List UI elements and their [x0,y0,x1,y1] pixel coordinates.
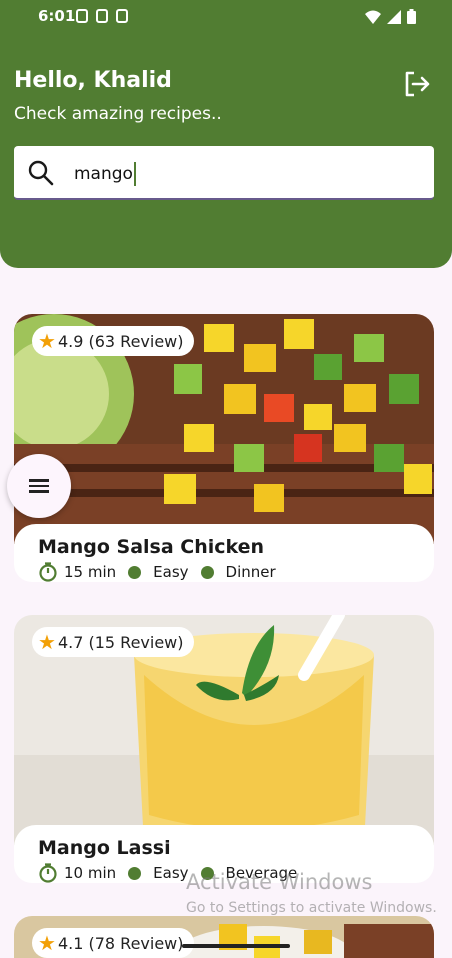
recipe-card[interactable]: ★ 4.7 (15 Review) Mango Lassi 10 min Eas… [14,615,434,883]
timer-icon [39,562,57,582]
battery-icon [407,9,416,24]
status-time: 6:01 [38,7,76,25]
menu-button[interactable] [7,454,71,518]
greeting: Hello, Khalid [14,68,172,93]
watermark-subtitle: Go to Settings to activate Windows. [186,900,437,916]
status-system-icons [365,9,416,24]
review-count: (63 Review) [88,331,184,351]
subtitle: Check amazing recipes.. [14,104,222,124]
search-input[interactable]: mango [14,146,434,200]
recipe-difficulty: Easy [153,864,189,882]
dot-icon [128,866,142,880]
review-count: (15 Review) [88,632,184,652]
rating-badge: ★ 4.7 (15 Review) [32,627,194,657]
review-count: (78 Review) [88,933,184,953]
signal-icon [387,9,401,24]
recipe-info: Mango Salsa Chicken 15 min Easy Dinner [14,524,434,582]
app-a-icon [96,9,108,23]
wifi-icon [365,10,381,24]
status-notification-icons [76,9,128,23]
star-icon: ★ [38,931,56,955]
recipe-card[interactable]: ★ 4.9 (63 Review) Mango Salsa Chicken 15… [14,314,434,582]
sd-card-icon [116,9,128,23]
recipe-time: 15 min [64,563,117,581]
menu-icon [29,476,49,496]
recipe-meta: 15 min Easy Dinner [38,562,276,582]
header: Hello, Khalid Check amazing recipes.. ma… [0,36,452,268]
text-caret [133,162,136,186]
dot-icon [128,565,142,579]
search-icon [28,160,54,186]
shield-icon [76,9,88,23]
rating-value: 4.1 [57,933,84,953]
search-value[interactable]: mango [74,164,133,184]
windows-watermark: Activate Windows Go to Settings to activ… [186,870,437,916]
rating-value: 4.7 [57,632,84,652]
home-indicator[interactable] [182,944,290,948]
rating-badge: ★ 4.1 (78 Review) [32,928,194,958]
dot-icon [200,565,214,579]
recipe-category: Dinner [225,563,276,581]
status-bar: 6:01 [0,0,452,36]
rating-badge: ★ 4.9 (63 Review) [32,326,194,356]
recipe-title: Mango Salsa Chicken [38,536,265,558]
rating-value: 4.9 [57,331,84,351]
watermark-title: Activate Windows [186,870,373,894]
star-icon: ★ [38,329,56,353]
recipe-title: Mango Lassi [38,837,171,859]
recipe-card[interactable]: ★ 4.1 (78 Review) [14,916,434,958]
star-icon: ★ [38,630,56,654]
logout-icon[interactable] [402,69,432,99]
recipe-time: 10 min [64,864,117,882]
recipe-difficulty: Easy [153,563,189,581]
timer-icon [39,863,57,883]
